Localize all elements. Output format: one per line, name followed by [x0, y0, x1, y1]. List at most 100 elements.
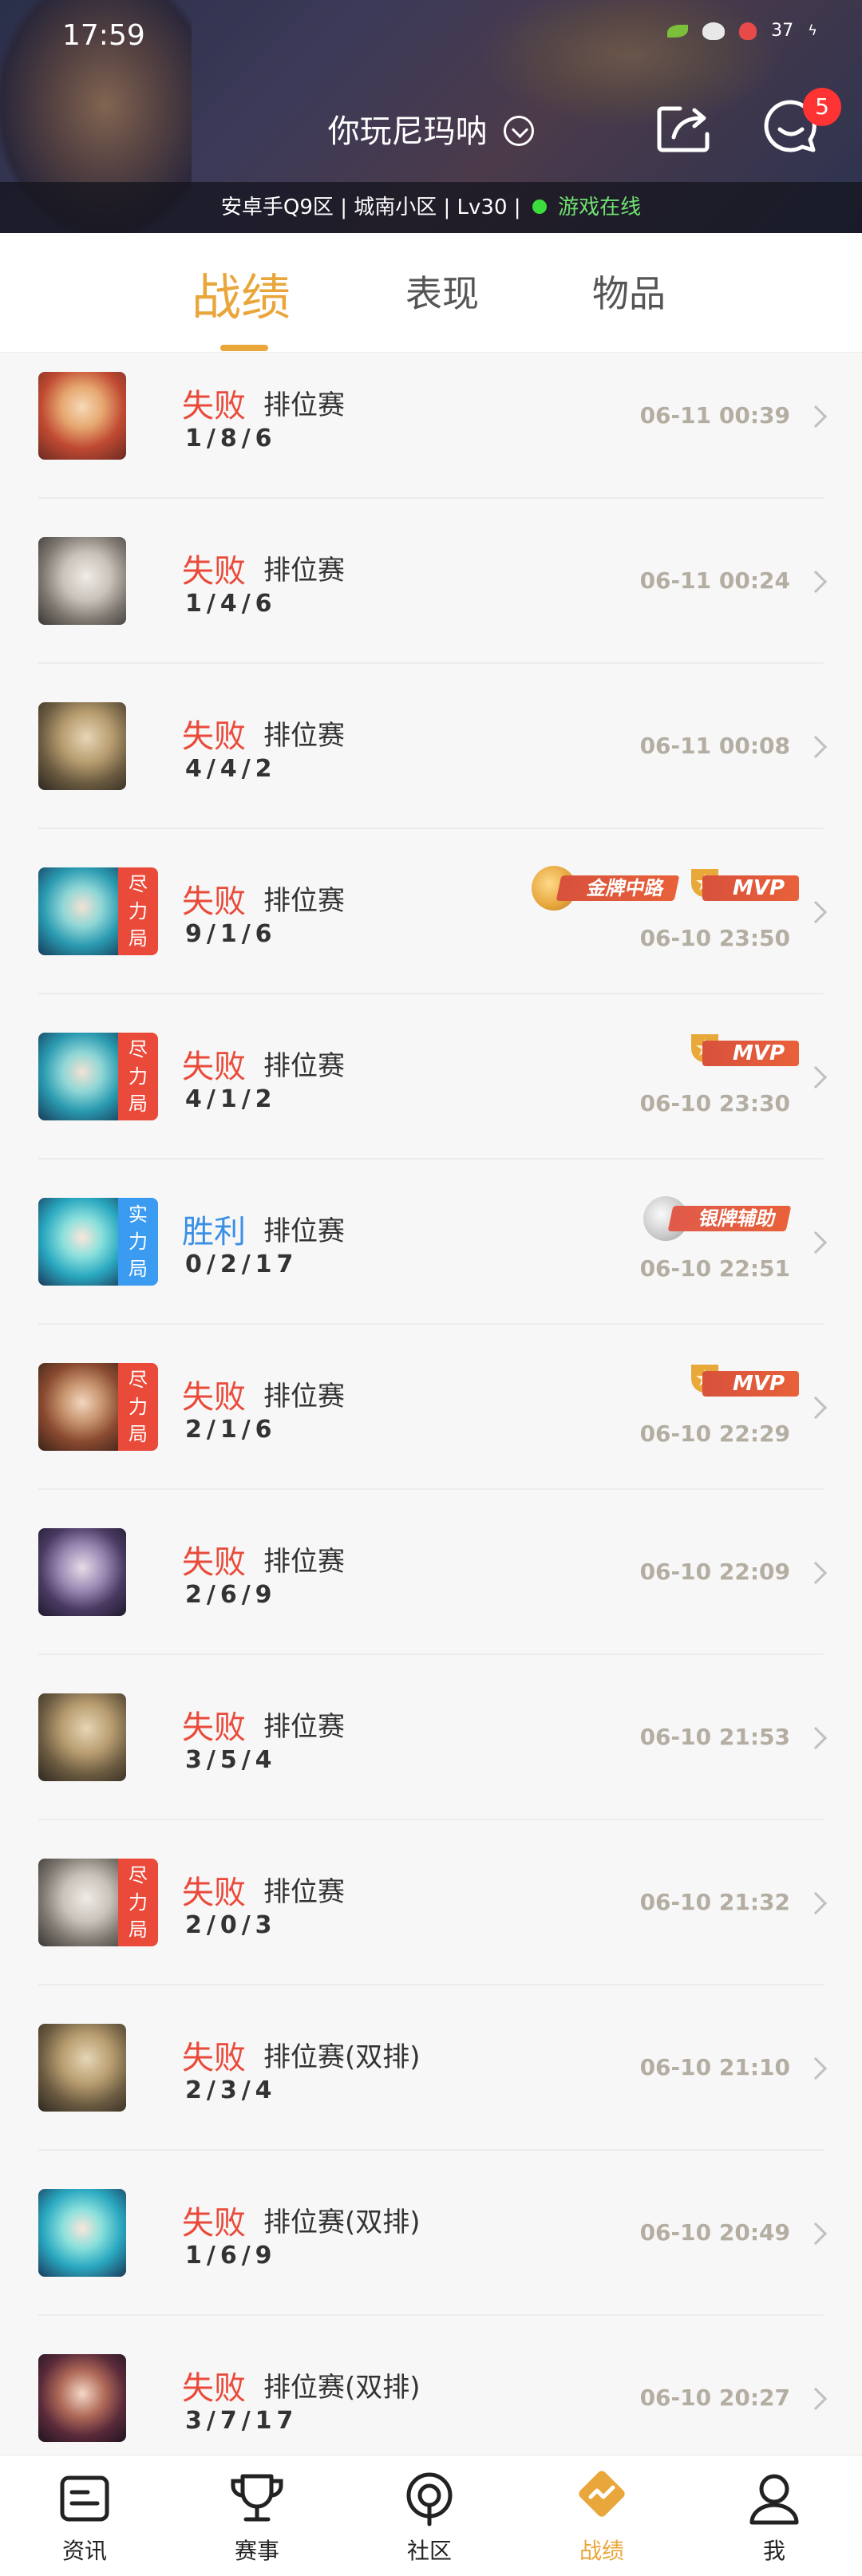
- match-time: 06-10 22:51: [639, 1255, 790, 1282]
- nav-events[interactable]: 赛事: [209, 2468, 305, 2566]
- hero-avatar-wrap: [38, 1693, 158, 1781]
- match-row[interactable]: 尽力局 失败 排位赛 9/1/6 金牌中路 MVP 06-10 23:50: [0, 829, 862, 994]
- hero-avatar: [38, 702, 126, 790]
- match-kda: 2/1/6: [185, 1416, 277, 1444]
- chevron-right-icon: [804, 900, 828, 924]
- match-row[interactable]: 失败 排位赛(双排) 1/6/9 06-10 20:49: [0, 2151, 862, 2316]
- tab-items[interactable]: 物品: [592, 265, 666, 318]
- active-tab-indicator: [220, 345, 268, 351]
- hero-avatar: [38, 2354, 126, 2442]
- match-result: 失败: [182, 1049, 246, 1085]
- tab-record[interactable]: 战绩: [192, 257, 291, 329]
- chevron-right-icon: [804, 1561, 828, 1585]
- match-time: 06-10 20:49: [639, 2219, 790, 2246]
- strawberry-icon: [739, 22, 757, 40]
- match-row[interactable]: 失败 排位赛 4/4/2 06-11 00:08: [0, 664, 862, 829]
- match-kda: 2/0/3: [185, 1911, 277, 1939]
- mvp-badge: MVP: [702, 1041, 800, 1066]
- player-name-selector[interactable]: 你玩尼玛呐: [0, 105, 862, 152]
- match-row[interactable]: 尽力局 失败 排位赛 2/1/6 MVP 06-10 22:29: [0, 1325, 862, 1490]
- player-name: 你玩尼玛呐: [327, 113, 488, 150]
- hero-avatar-wrap: [38, 2189, 158, 2277]
- match-result: 失败: [182, 2040, 246, 2076]
- match-mode: 排位赛: [263, 1381, 345, 1412]
- match-kda: 1/8/6: [185, 425, 277, 452]
- match-time: 06-10 21:53: [639, 1724, 790, 1750]
- match-mode: 排位赛: [263, 1215, 345, 1247]
- hero-avatar: [38, 2024, 126, 2112]
- match-time: 06-10 20:27: [639, 2384, 790, 2411]
- chevron-right-icon: [804, 735, 828, 759]
- hero-avatar-wrap: 实力局: [38, 1198, 158, 1286]
- match-kda: 4/1/2: [185, 1085, 277, 1113]
- hero-avatar: [38, 1033, 126, 1120]
- leaf-icon: [667, 24, 689, 38]
- hero-avatar: [38, 1363, 126, 1451]
- match-row[interactable]: 失败 排位赛 1/4/6 06-11 00:24: [0, 499, 862, 664]
- match-result: 失败: [182, 1875, 246, 1911]
- match-row[interactable]: 失败 排位赛 1/8/6 06-11 00:39: [0, 353, 862, 499]
- share-icon[interactable]: [656, 102, 714, 153]
- chevron-right-icon: [804, 2222, 828, 2246]
- match-kda: 0/2/17: [185, 1250, 299, 1278]
- match-time: 06-10 23:50: [639, 925, 790, 951]
- chevron-right-icon: [804, 1891, 828, 1915]
- separator: |: [443, 196, 451, 219]
- match-mode: 排位赛: [263, 555, 345, 587]
- nav-profile[interactable]: 我: [726, 2468, 822, 2566]
- match-kda: 4/4/2: [185, 755, 277, 783]
- match-row[interactable]: 失败 排位赛(双排) 2/3/4 06-10 21:10: [0, 1985, 862, 2151]
- charging-icon: ϟ: [808, 22, 817, 39]
- hero-avatar: [38, 1693, 126, 1781]
- stats-icon: [579, 2471, 625, 2517]
- header-banner: 17:59 37 ϟ 你玩尼玛呐 5 安卓手Q9区 | 城南小区 | Lv30 …: [0, 0, 862, 233]
- trophy-icon: [231, 2474, 283, 2522]
- match-mode: 排位赛: [263, 1050, 345, 1082]
- chevron-right-icon: [804, 1726, 828, 1750]
- notification-badge: 5: [803, 88, 841, 126]
- online-status: 游戏在线: [558, 196, 642, 219]
- match-time: 06-10 21:32: [639, 1889, 790, 1915]
- match-kda: 2/6/9: [185, 1581, 277, 1609]
- match-kda: 9/1/6: [185, 920, 277, 948]
- player-info-bar: 安卓手Q9区 | 城南小区 | Lv30 | 游戏在线: [0, 182, 862, 233]
- player-level: Lv30: [457, 196, 508, 219]
- chevron-right-icon: [804, 1231, 828, 1254]
- match-kda: 2/3/4: [185, 2076, 277, 2104]
- match-mode: 排位赛: [263, 885, 345, 917]
- match-kda: 1/6/9: [185, 2242, 277, 2270]
- hero-avatar-wrap: [38, 2024, 158, 2112]
- nav-news[interactable]: 资讯: [37, 2468, 132, 2566]
- rice-ball-icon: [702, 22, 726, 40]
- match-time: 06-11 00:39: [639, 402, 790, 429]
- match-row[interactable]: 尽力局 失败 排位赛 2/0/3 06-10 21:32: [0, 1820, 862, 1985]
- match-tag: 实力局: [118, 1198, 158, 1286]
- nav-label: 战绩: [579, 2538, 624, 2564]
- hero-avatar-wrap: [38, 2354, 158, 2442]
- chevron-right-icon: [804, 570, 828, 594]
- server-name: 安卓手Q9区: [220, 196, 334, 219]
- match-result: 失败: [182, 553, 246, 590]
- match-row[interactable]: 失败 排位赛 2/6/9 06-10 22:09: [0, 1490, 862, 1655]
- match-tag: 尽力局: [118, 1033, 158, 1120]
- nav-stats[interactable]: 战绩: [554, 2468, 650, 2566]
- nav-community[interactable]: 社区: [382, 2468, 477, 2566]
- tab-performance[interactable]: 表现: [405, 265, 479, 318]
- hero-avatar: [38, 2189, 126, 2277]
- hero-avatar: [38, 867, 126, 955]
- match-list: 失败 排位赛 1/8/6 06-11 00:39 失败 排位赛 1/4/6 06…: [0, 353, 862, 2481]
- chevron-down-icon: [504, 116, 535, 146]
- nav-label: 赛事: [234, 2538, 279, 2564]
- match-row[interactable]: 失败 排位赛 3/5/4 06-10 21:53: [0, 1655, 862, 1820]
- match-result: 失败: [182, 2370, 246, 2407]
- status-time: 17:59: [62, 19, 145, 52]
- match-row[interactable]: 实力局 胜利 排位赛 0/2/17 银牌辅助 06-10 22:51: [0, 1160, 862, 1325]
- bottom-nav: 资讯 赛事 社区 战绩 我: [0, 2455, 862, 2576]
- news-icon: [60, 2475, 109, 2522]
- match-row[interactable]: 尽力局 失败 排位赛 4/1/2 MVP 06-10 23:30: [0, 994, 862, 1160]
- match-mode: 排位赛: [263, 389, 345, 421]
- match-mode: 排位赛: [263, 1546, 345, 1578]
- match-result: 失败: [182, 1544, 246, 1581]
- match-mode: 排位赛: [263, 1711, 345, 1743]
- match-time: 06-10 21:10: [639, 2054, 790, 2080]
